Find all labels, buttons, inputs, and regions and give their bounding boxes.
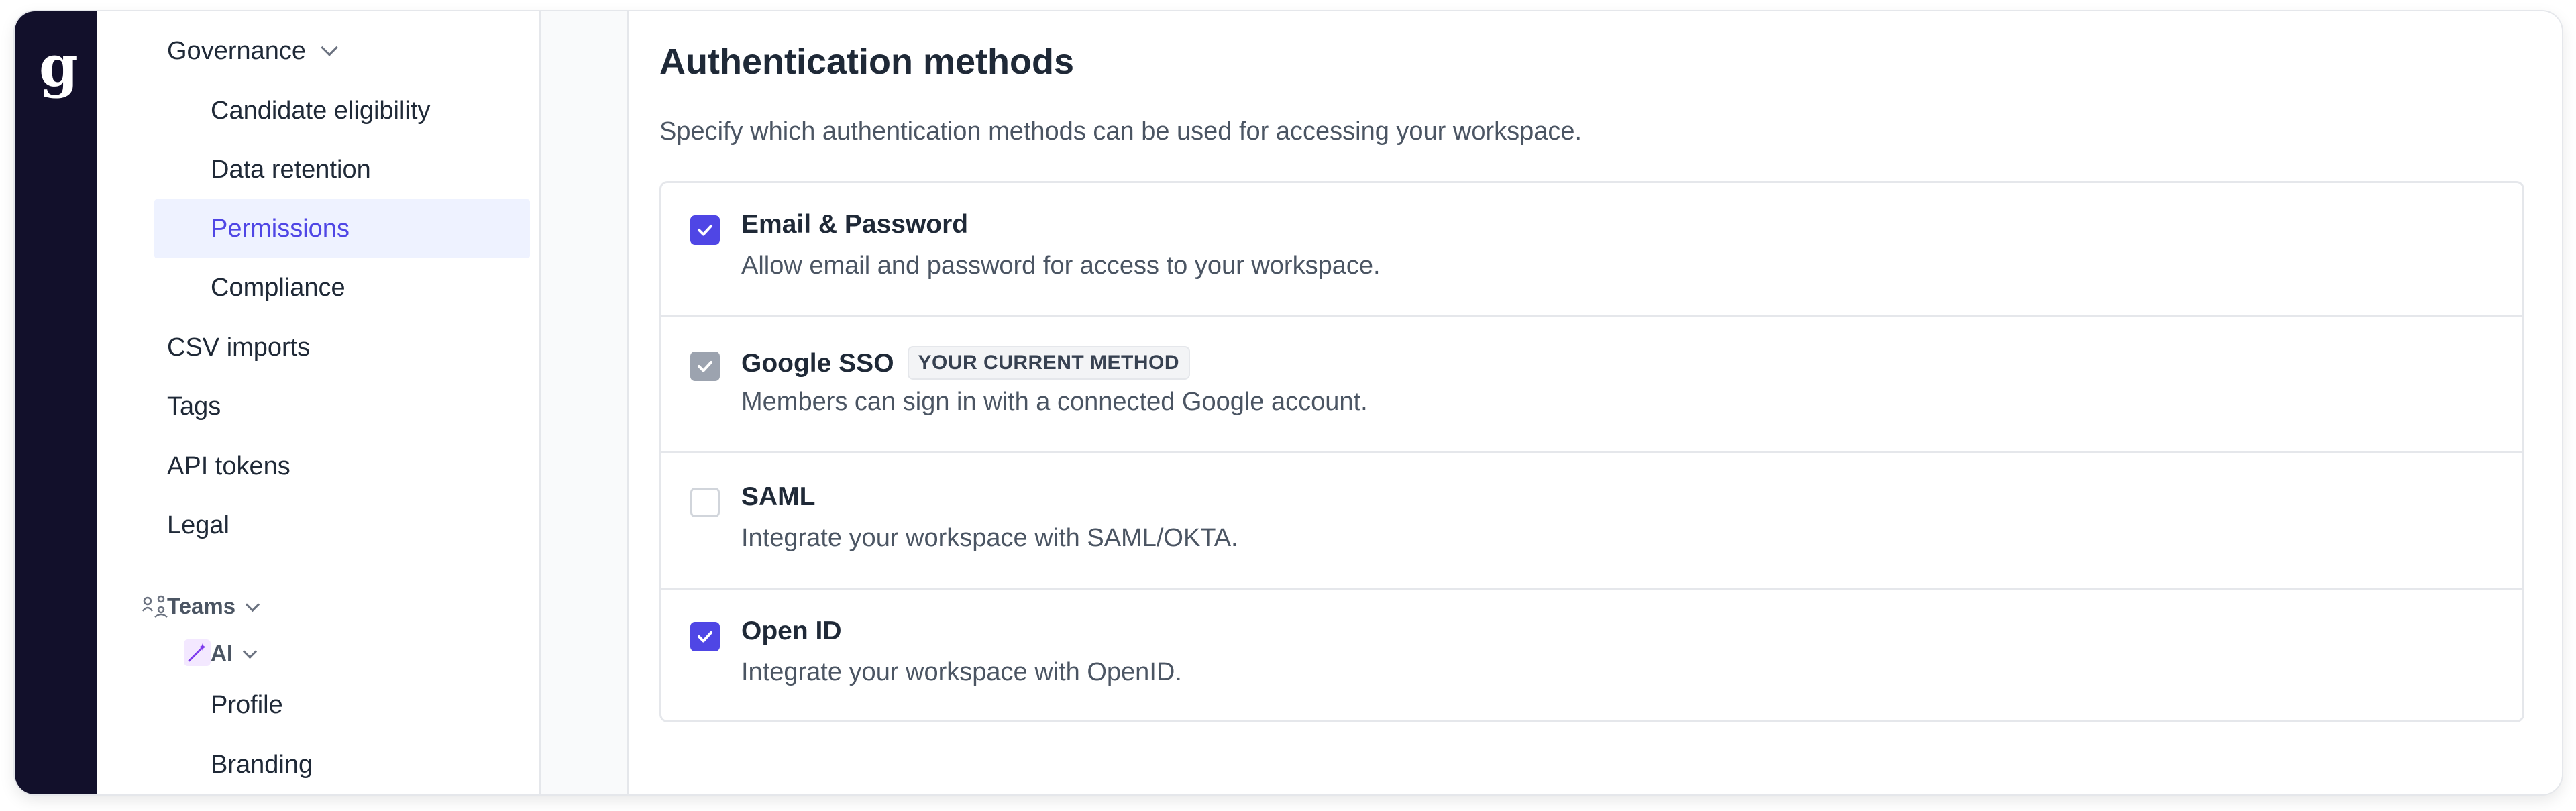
check-icon xyxy=(698,225,712,236)
open-id-checkbox[interactable] xyxy=(690,622,720,651)
sidebar-item-label: Data retention xyxy=(211,156,371,184)
sidebar-item-label: Legal xyxy=(167,511,229,539)
sidebar-item-api-tokens[interactable]: API tokens xyxy=(167,437,290,496)
sidebar-item-label: API tokens xyxy=(167,452,290,480)
method-title: Email & Password xyxy=(741,210,969,239)
sidebar-item-label: Tags xyxy=(167,392,221,421)
magic-wand-icon xyxy=(184,639,211,666)
sidebar-section-label: Teams xyxy=(167,594,236,618)
main-content: Authentication methods Specify which aut… xyxy=(629,11,2562,794)
teams-icon xyxy=(142,595,168,618)
auth-method-email-password: Email & Password Allow email and passwor… xyxy=(661,183,2522,317)
method-description: Integrate your workspace with OpenID. xyxy=(741,658,1182,686)
google-sso-checkbox[interactable] xyxy=(690,352,720,381)
settings-sidebar: Governance Candidate eligibility Data re… xyxy=(97,11,541,794)
method-description: Integrate your workspace with SAML/OKTA. xyxy=(741,524,1238,552)
page-description: Specify which authentication methods can… xyxy=(659,117,1582,146)
saml-checkbox[interactable] xyxy=(690,488,720,517)
sidebar-section-ai[interactable]: AI xyxy=(211,637,258,670)
method-description: Members can sign in with a connected Goo… xyxy=(741,388,1368,416)
auth-method-open-id: Open ID Integrate your workspace with Op… xyxy=(661,590,2522,720)
sidebar-item-label: CSV imports xyxy=(167,333,311,362)
email-password-checkbox[interactable] xyxy=(690,215,720,245)
sidebar-item-branding[interactable]: Branding xyxy=(211,735,313,794)
chevron-down-icon xyxy=(321,39,338,56)
app-rail: g xyxy=(15,11,97,794)
sidebar-item-permissions[interactable]: Permissions xyxy=(154,199,530,258)
sidebar-item-label: Branding xyxy=(211,751,313,779)
sidebar-item-label: Profile xyxy=(211,691,283,719)
app-logo[interactable]: g xyxy=(39,38,78,95)
content-gutter xyxy=(541,11,629,794)
sidebar-item-label: Permissions xyxy=(211,215,350,243)
app-window: g Governance Candidate eligibility Data … xyxy=(15,11,2562,794)
auth-methods-list: Email & Password Allow email and passwor… xyxy=(659,181,2524,722)
sidebar-item-profile[interactable]: Profile xyxy=(211,675,283,735)
method-title-row: Google SSO YOUR CURRENT METHOD xyxy=(741,346,1191,380)
method-title: Open ID xyxy=(741,616,842,645)
sidebar-item-compliance[interactable]: Compliance xyxy=(211,258,345,317)
auth-method-google-sso: Google SSO YOUR CURRENT METHOD Members ca… xyxy=(661,319,2522,453)
chevron-down-icon xyxy=(246,597,260,612)
check-icon xyxy=(698,631,712,643)
sidebar-item-label: Governance xyxy=(167,37,307,65)
sidebar-item-csv-imports[interactable]: CSV imports xyxy=(167,318,310,377)
sidebar-item-candidate-eligibility[interactable]: Candidate eligibility xyxy=(211,81,430,140)
sidebar-section-label: AI xyxy=(211,641,233,665)
sidebar-item-label: Compliance xyxy=(211,274,345,302)
sidebar-item-data-retention[interactable]: Data retention xyxy=(211,140,371,199)
current-method-badge: YOUR CURRENT METHOD xyxy=(907,346,1191,380)
sidebar-item-governance[interactable]: Governance xyxy=(167,21,338,80)
check-icon xyxy=(698,361,712,372)
sidebar-item-label: Candidate eligibility xyxy=(211,97,431,125)
method-title: SAML xyxy=(741,482,816,511)
method-description: Allow email and password for access to y… xyxy=(741,252,1381,280)
method-title: Google SSO xyxy=(741,349,894,378)
sidebar-item-legal[interactable]: Legal xyxy=(167,496,229,555)
sidebar-item-tags[interactable]: Tags xyxy=(167,377,221,436)
page-title: Authentication methods xyxy=(659,42,1074,82)
auth-method-saml: SAML Integrate your workspace with SAML/… xyxy=(661,455,2522,590)
chevron-down-icon xyxy=(242,644,258,659)
sidebar-section-teams[interactable]: Teams xyxy=(167,590,260,623)
